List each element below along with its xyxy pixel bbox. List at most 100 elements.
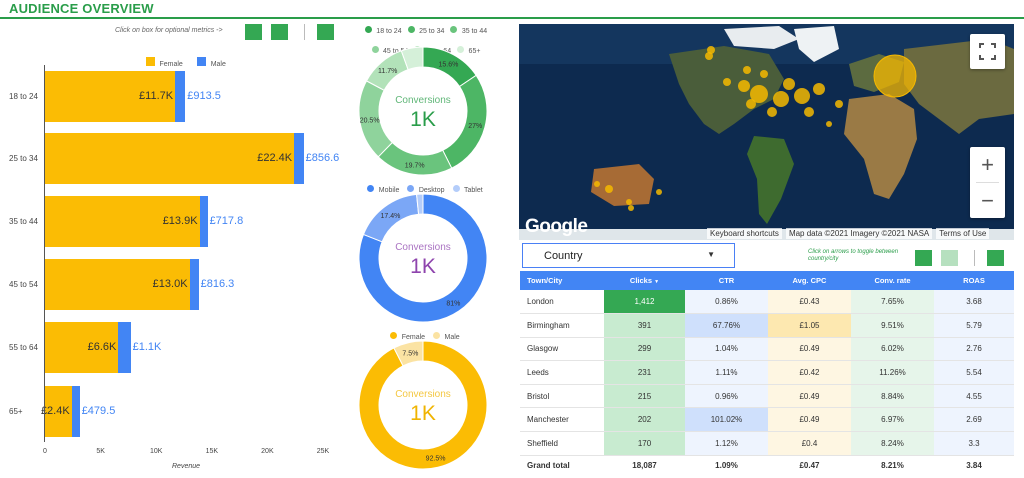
total-cell: £0.47 xyxy=(799,460,820,470)
total-cell: 18,087 xyxy=(632,460,657,470)
x-tick-label: 0 xyxy=(43,448,47,455)
table-cell: Sheffield xyxy=(520,431,604,456)
y-tick-label: 25 to 34 xyxy=(9,153,38,163)
table-cell: £0.49 xyxy=(768,384,851,409)
table-cell: 215 xyxy=(604,384,685,409)
zoom-in-button[interactable]: + xyxy=(970,147,1005,182)
table-row[interactable]: London 1,412 0.86% £0.43 7.65% 3.68 xyxy=(520,290,1014,315)
zoom-out-button[interactable]: − xyxy=(970,183,1005,218)
donut-center-label: Conversions xyxy=(395,389,451,400)
table-cell: 9.51% xyxy=(851,313,934,338)
table-cell: 1,412 xyxy=(604,290,685,315)
bar-male[interactable] xyxy=(71,386,80,437)
table-cell: £0.43 xyxy=(768,290,851,315)
gender-conversions-donut: 92.5% 7.5% Conversions 1K xyxy=(358,340,488,470)
x-axis-title: Revenue xyxy=(172,463,201,470)
slice-label: 19.7% xyxy=(405,162,425,169)
table-cell: 5.54 xyxy=(934,360,1014,385)
table-row[interactable]: Birmingham 391 67.76% £1.05 9.51% 5.79 xyxy=(520,313,1014,338)
table-header-row: Town/City Clicks ▼ CTR Avg. CPC Conv. ra… xyxy=(520,271,1014,290)
y-tick-label: 45 to 54 xyxy=(9,279,38,289)
table-row[interactable]: Bristol 215 0.96% £0.49 8.84% 4.55 xyxy=(520,384,1014,409)
table-cell: 101.02% xyxy=(685,407,768,433)
table-cell: 4.55 xyxy=(934,384,1014,409)
zoom-controls: + − xyxy=(970,147,1005,218)
table-cell: Leeds xyxy=(520,360,604,385)
age-conversions-donut: 15.6% 27% 19.7% 20.5% 11.7% Conversions 1K xyxy=(358,46,488,176)
table-cell: 11.26% xyxy=(851,360,934,385)
table-cell: Manchester xyxy=(520,407,604,433)
donut-center-value: 1K xyxy=(410,402,436,425)
bar-female-label: £13.9K xyxy=(162,214,198,227)
table-cell: 1.04% xyxy=(685,337,768,362)
total-cell: 8.21% xyxy=(881,460,904,470)
bar-male-label: £479.5 xyxy=(81,404,116,417)
bar-female-label: £13.0K xyxy=(152,277,188,290)
grand-total-row: Grand total 18,087 1.09% £0.47 8.21% 3.84 xyxy=(520,455,1014,475)
total-cell: 3.84 xyxy=(966,460,982,470)
col-avg-cpc[interactable]: Avg. CPC xyxy=(768,271,851,290)
col-ctr[interactable]: CTR xyxy=(685,271,768,290)
table-cell: 1.11% xyxy=(685,360,768,385)
x-tick-label: 5K xyxy=(96,448,105,455)
bar-female-label: £2.4K xyxy=(40,404,70,417)
country-city-toggle-2[interactable] xyxy=(941,250,958,266)
fullscreen-button[interactable] xyxy=(970,34,1005,69)
chevron-down-icon: ▼ xyxy=(707,250,715,259)
total-cell: Grand total xyxy=(527,460,570,470)
city-performance-table: Town/City Clicks ▼ CTR Avg. CPC Conv. ra… xyxy=(520,271,1014,475)
table-cell: Birmingham xyxy=(520,313,604,338)
table-cell: £0.49 xyxy=(768,407,851,433)
table-cell: 0.86% xyxy=(685,290,768,315)
country-city-toggle-3[interactable] xyxy=(987,250,1004,266)
bar-male[interactable] xyxy=(118,322,131,373)
y-tick-label: 65+ xyxy=(9,406,23,416)
keyboard-shortcuts-link[interactable]: Keyboard shortcuts xyxy=(707,228,782,239)
slice-label: 92.5% xyxy=(426,456,446,463)
table-cell: £0.4 xyxy=(768,431,851,456)
x-tick-label: 25K xyxy=(316,448,330,455)
table-cell: 3.68 xyxy=(934,290,1014,315)
table-cell: 8.84% xyxy=(851,384,934,409)
terms-of-use-link[interactable]: Terms of Use xyxy=(936,228,990,239)
table-cell: 6.02% xyxy=(851,337,934,362)
table-cell: Bristol xyxy=(520,384,604,409)
table-cell: 391 xyxy=(604,313,685,338)
col-conv-rate[interactable]: Conv. rate xyxy=(851,271,934,290)
table-row[interactable]: Sheffield 170 1.12% £0.4 8.24% 3.3 xyxy=(520,431,1014,456)
col-town-city[interactable]: Town/City xyxy=(520,271,604,290)
slice-label: 17.4% xyxy=(381,213,401,220)
y-tick-label: 18 to 24 xyxy=(9,91,38,101)
legend-item: 35 to 44 xyxy=(450,20,487,38)
table-cell: £1.05 xyxy=(768,313,851,338)
dropdown-value: Country xyxy=(544,250,583,262)
table-cell: 299 xyxy=(604,337,685,362)
table-row[interactable]: Leeds 231 1.11% £0.42 11.26% 5.54 xyxy=(520,360,1014,385)
country-dropdown[interactable]: Country ▼ xyxy=(522,243,735,268)
col-clicks[interactable]: Clicks ▼ xyxy=(604,271,685,290)
table-cell: £0.49 xyxy=(768,337,851,362)
y-tick-label: 35 to 44 xyxy=(9,216,38,226)
col-roas[interactable]: ROAS xyxy=(934,271,1014,290)
table-row[interactable]: Glasgow 299 1.04% £0.49 6.02% 2.76 xyxy=(520,337,1014,362)
fullscreen-icon xyxy=(979,43,996,60)
country-city-toggle-1[interactable] xyxy=(915,250,932,266)
y-tick-label: 55 to 64 xyxy=(9,342,38,352)
table-cell: 1.12% xyxy=(685,431,768,456)
table-row[interactable]: Manchester 202 101.02% £0.49 6.97% 2.69 xyxy=(520,407,1014,433)
table-cell: £0.42 xyxy=(768,360,851,385)
x-tick-label: 20K xyxy=(261,448,274,455)
bar-female-label: £6.6K xyxy=(87,340,117,353)
table-cell: 3.3 xyxy=(934,431,1014,456)
bar-male[interactable] xyxy=(294,133,304,184)
bar-male-label: £816.3 xyxy=(200,277,235,290)
geo-map[interactable]: Google + − Keyboard shortcuts Map data ©… xyxy=(519,24,1014,240)
map-data-attribution: Map data ©2021 Imagery ©2021 NASA xyxy=(785,228,933,239)
bar-male[interactable] xyxy=(175,71,186,122)
bar-male[interactable] xyxy=(189,259,199,310)
donut-center-value: 1K xyxy=(410,255,436,278)
donut-slice[interactable] xyxy=(377,141,453,176)
bar-female-label: £22.4K xyxy=(257,151,293,164)
table-cell: 6.97% xyxy=(851,407,934,433)
bar-male[interactable] xyxy=(199,196,208,247)
